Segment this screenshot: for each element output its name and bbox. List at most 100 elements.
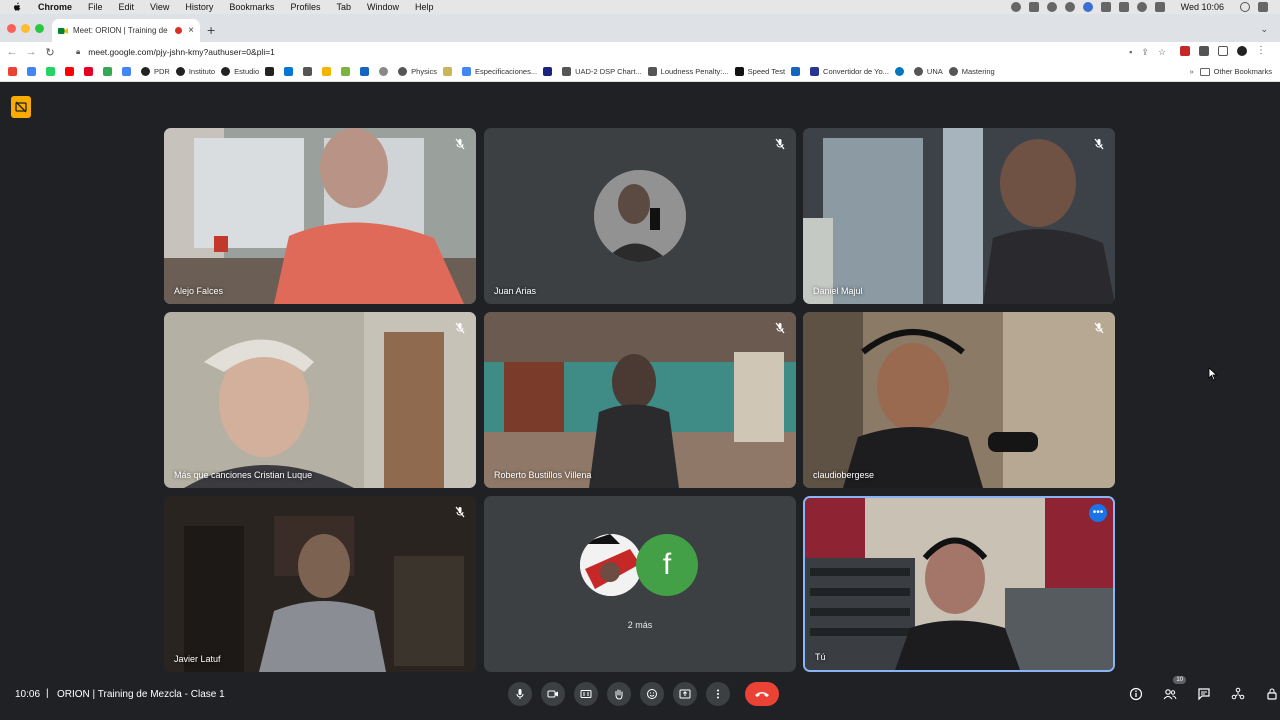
lock-icon[interactable]: 🔒︎ — [76, 47, 80, 57]
menu-history[interactable]: History — [185, 2, 213, 12]
bookmark-item[interactable]: Speed Test — [734, 67, 785, 76]
raise-hand-button[interactable] — [607, 682, 631, 706]
bookmark-item[interactable]: Instituto — [175, 67, 215, 76]
extension-calendar-icon[interactable] — [1180, 45, 1190, 56]
bookmark-item[interactable] — [894, 67, 908, 76]
menu-app-name[interactable]: Chrome — [38, 2, 72, 12]
bookmark-item[interactable] — [27, 67, 40, 76]
bookmark-item[interactable]: Estudio — [221, 67, 259, 76]
profile-avatar[interactable] — [1237, 45, 1247, 56]
menu-edit[interactable]: Edit — [119, 2, 135, 12]
menu-file[interactable]: File — [88, 2, 103, 12]
status-icon-5[interactable] — [1082, 2, 1093, 12]
captions-button[interactable] — [574, 682, 598, 706]
bookmark-item[interactable] — [341, 67, 354, 76]
bookmark-item[interactable] — [8, 67, 21, 76]
bookmark-item[interactable] — [379, 67, 392, 76]
meeting-details-button[interactable] — [1126, 684, 1146, 704]
status-icon-1[interactable] — [1010, 2, 1021, 12]
bookmark-item[interactable]: Especificaciones... — [461, 67, 537, 76]
menu-bookmarks[interactable]: Bookmarks — [229, 2, 274, 12]
reload-icon[interactable]: ↻ — [43, 46, 57, 59]
more-participants-tile[interactable]: f 2 más — [484, 496, 796, 672]
share-icon[interactable]: ⇪ — [1141, 47, 1149, 58]
camera-indicator-icon[interactable]: ▪ — [1129, 47, 1132, 58]
bookmark-item[interactable] — [122, 67, 135, 76]
bookmark-item[interactable]: Convertidor de Yo... — [810, 67, 889, 76]
camera-button[interactable] — [541, 682, 565, 706]
url-text[interactable]: meet.google.com/pjy-jshn-kmy?authuser=0&… — [88, 47, 275, 57]
control-center-icon[interactable] — [1258, 2, 1268, 12]
participant-tile[interactable]: Alejo Falces — [164, 128, 476, 304]
participant-tile[interactable]: claudiobergese — [803, 312, 1115, 488]
new-tab-button[interactable]: + — [207, 23, 215, 37]
present-button[interactable] — [673, 682, 697, 706]
tab-search-chevron-icon[interactable]: ⌄ — [1260, 24, 1268, 35]
bookmark-item[interactable] — [543, 67, 556, 76]
menu-help[interactable]: Help — [415, 2, 434, 12]
self-tile[interactable]: ••• Tú — [803, 496, 1115, 672]
bookmark-item[interactable] — [442, 67, 456, 76]
menu-profiles[interactable]: Profiles — [290, 2, 320, 12]
extensions-puzzle-icon[interactable] — [1199, 45, 1209, 56]
wifi-icon[interactable] — [1136, 2, 1147, 12]
bookmark-item[interactable]: UAD-2 DSP Chart... — [562, 67, 642, 76]
status-icon-4[interactable] — [1064, 2, 1075, 12]
other-bookmarks-folder[interactable]: Other Bookmarks — [1199, 67, 1272, 76]
forward-icon[interactable]: → — [24, 46, 38, 58]
participant-tile[interactable]: Juan Arias — [484, 128, 796, 304]
menu-tab[interactable]: Tab — [336, 2, 351, 12]
close-window-icon[interactable] — [7, 24, 16, 33]
bookmark-item[interactable] — [65, 67, 78, 76]
bookmark-item[interactable]: Mastering — [948, 67, 995, 76]
minimize-window-icon[interactable] — [21, 24, 30, 33]
bookmark-item[interactable] — [265, 67, 278, 76]
bookmark-item[interactable] — [303, 67, 316, 76]
bookmark-item[interactable] — [360, 67, 373, 76]
more-options-button[interactable] — [706, 682, 730, 706]
bookmark-item[interactable] — [46, 67, 59, 76]
bookmark-item[interactable]: UNA — [913, 67, 943, 76]
host-controls-button[interactable] — [1262, 684, 1280, 704]
chat-button[interactable] — [1194, 684, 1214, 704]
activities-button[interactable] — [1228, 684, 1248, 704]
bookmark-item[interactable]: PDR — [141, 67, 170, 76]
microphone-button[interactable] — [508, 682, 532, 706]
status-icon-2[interactable] — [1028, 2, 1039, 12]
bookmark-item[interactable]: Loudness Penalty:... — [647, 67, 729, 76]
participant-tile[interactable]: Roberto Bustillos Villena — [484, 312, 796, 488]
menu-view[interactable]: View — [150, 2, 169, 12]
status-icon-3[interactable] — [1046, 2, 1057, 12]
bookmark-item[interactable] — [791, 67, 804, 76]
host-controls-badge[interactable] — [11, 96, 31, 118]
leave-call-button[interactable] — [745, 682, 779, 706]
sidepanel-icon[interactable] — [1218, 45, 1228, 56]
volume-icon[interactable] — [1100, 2, 1111, 12]
people-button[interactable]: 10 — [1160, 676, 1186, 704]
more-bookmarks-chevron-icon[interactable]: » — [1189, 67, 1193, 76]
menu-window[interactable]: Window — [367, 2, 399, 12]
bookmark-item[interactable]: Physics — [398, 67, 437, 76]
bookmark-item[interactable] — [322, 67, 335, 76]
participant-tile[interactable]: Javier Latuf — [164, 496, 476, 672]
participant-tile[interactable]: Más que canciones Cristian Luque — [164, 312, 476, 488]
bluetooth-icon[interactable] — [1118, 2, 1129, 12]
spotlight-icon[interactable] — [1240, 2, 1250, 12]
bookmark-item[interactable] — [284, 67, 297, 76]
meet-favicon-icon — [58, 27, 68, 34]
battery-icon[interactable] — [1154, 2, 1165, 12]
back-icon[interactable]: ← — [5, 46, 19, 58]
reactions-button[interactable] — [640, 682, 664, 706]
zoom-window-icon[interactable] — [35, 24, 44, 33]
close-tab-icon[interactable]: × — [188, 25, 194, 36]
chrome-menu-icon[interactable]: ⋮ — [1256, 45, 1266, 56]
tile-options-button[interactable]: ••• — [1089, 504, 1107, 522]
apple-icon[interactable] — [12, 2, 22, 12]
address-bar[interactable]: 🔒︎ meet.google.com/pjy-jshn-kmy?authuser… — [68, 44, 1176, 60]
bookmark-star-icon[interactable]: ☆ — [1158, 47, 1166, 58]
participant-tile[interactable]: Daniel Majul — [803, 128, 1115, 304]
menubar-clock[interactable]: Wed 10:06 — [1181, 2, 1224, 12]
active-tab[interactable]: Meet: ORION | Training de × — [52, 19, 200, 42]
bookmark-item[interactable] — [103, 67, 116, 76]
bookmark-item[interactable] — [84, 67, 97, 76]
